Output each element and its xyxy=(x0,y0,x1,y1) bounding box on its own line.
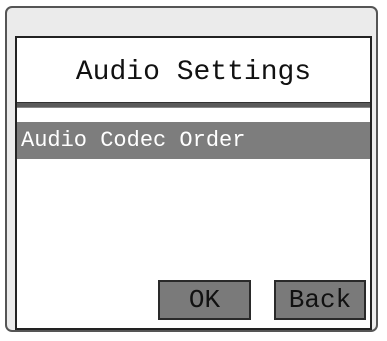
menu-item-audio-codec-order[interactable]: Audio Codec Order xyxy=(17,122,370,159)
title-bar: Audio Settings xyxy=(17,38,370,104)
settings-menu-list: Audio Codec Order xyxy=(17,122,370,159)
ok-button[interactable]: OK xyxy=(158,280,251,320)
phone-device-frame: Audio Settings Audio Codec Order OK Back xyxy=(5,6,378,332)
phone-screen: Audio Settings Audio Codec Order OK Back xyxy=(15,36,372,330)
menu-item-label: Audio Codec Order xyxy=(21,128,246,153)
title-divider xyxy=(17,102,370,108)
back-button[interactable]: Back xyxy=(274,280,366,320)
page-title: Audio Settings xyxy=(75,56,312,88)
